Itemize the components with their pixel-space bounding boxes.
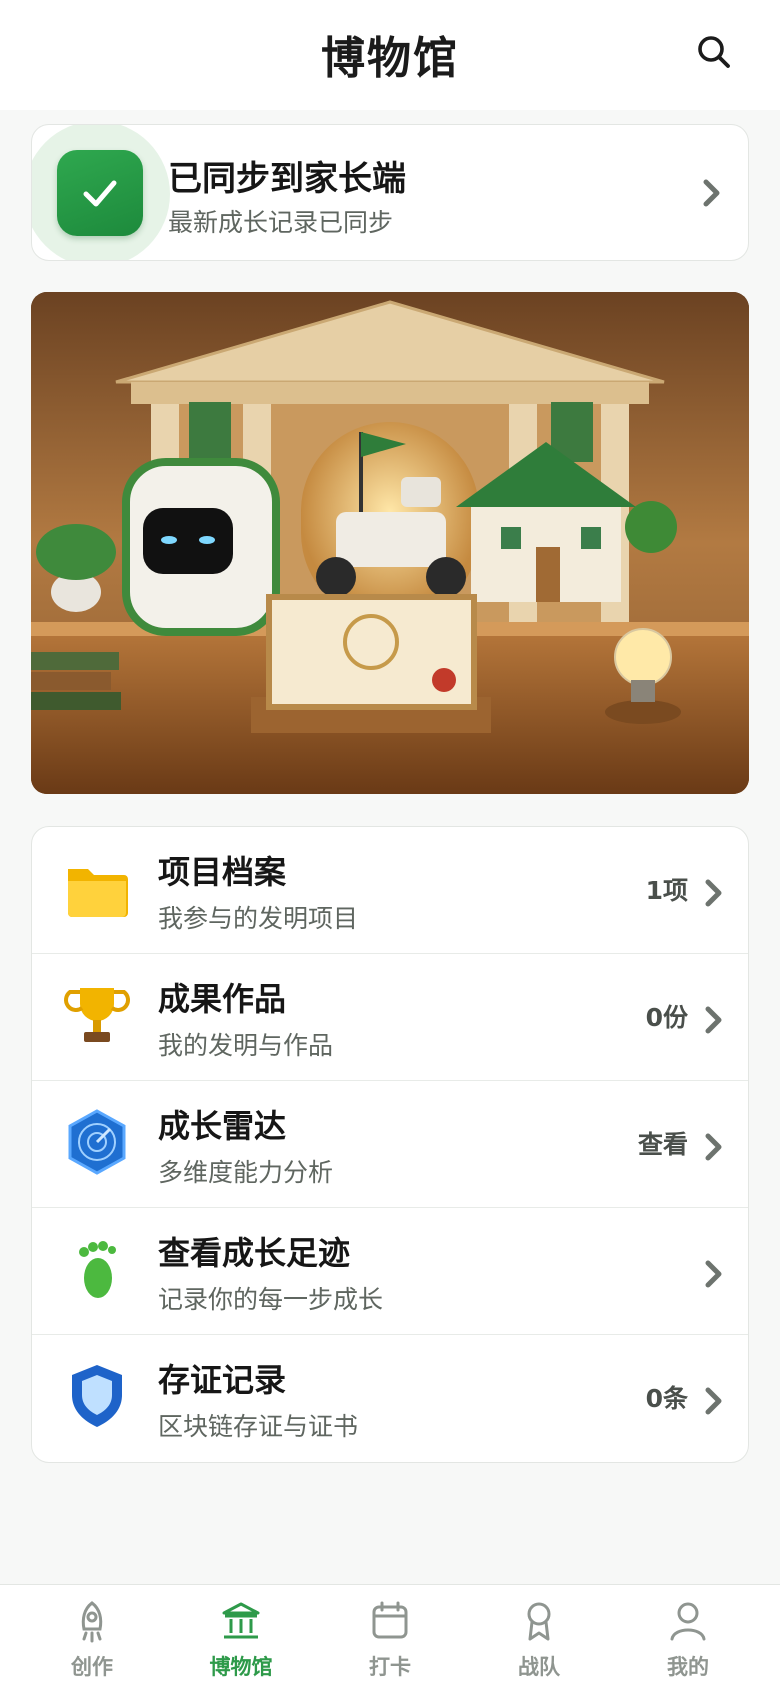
folder-icon <box>68 869 128 917</box>
list-item-project-archive[interactable]: 项目档案 我参与的发明项目 1项 <box>32 827 748 954</box>
row-title: 成果作品 <box>158 980 287 1018</box>
radar-icon <box>68 1109 126 1175</box>
museum-hero-image[interactable] <box>31 292 749 794</box>
search-button[interactable] <box>692 30 736 74</box>
row-subtitle: 区块链存证与证书 <box>158 1412 359 1441</box>
row-subtitle: 多维度能力分析 <box>158 1158 334 1187</box>
row-title: 存证记录 <box>158 1361 287 1399</box>
sync-title: 已同步到家长端 <box>168 159 406 199</box>
row-title: 项目档案 <box>158 853 287 891</box>
top-header: 博物馆 <box>0 0 780 110</box>
tab-profile[interactable]: 我的 <box>610 1585 766 1688</box>
row-subtitle: 记录你的每一步成长 <box>158 1285 384 1314</box>
chevron-right-icon <box>703 179 720 207</box>
tab-label: 打卡 <box>369 1655 411 1679</box>
tab-label: 我的 <box>667 1655 709 1679</box>
list-item-growth-footprints[interactable]: 查看成长足迹 记录你的每一步成长 <box>32 1208 748 1335</box>
row-count: 0份 <box>645 1003 688 1032</box>
badge-icon <box>527 1602 551 1641</box>
list-item-works[interactable]: 成果作品 我的发明与作品 0份 <box>32 954 748 1081</box>
chevron-right-icon <box>705 879 722 907</box>
bottom-tab-bar: 创作 博物馆 打卡 战队 我的 <box>0 1584 780 1688</box>
chevron-right-icon <box>705 1260 722 1288</box>
shield-icon <box>72 1365 122 1427</box>
list-item-growth-radar[interactable]: 成长雷达 多维度能力分析 查看 <box>32 1081 748 1208</box>
sync-subtitle: 最新成长记录已同步 <box>168 208 394 237</box>
tab-team[interactable]: 战队 <box>461 1585 617 1688</box>
search-icon <box>698 36 730 68</box>
tab-label: 创作 <box>71 1655 113 1679</box>
check-icon <box>83 180 117 207</box>
list-item-certification-records[interactable]: 存证记录 区块链存证与证书 0条 <box>32 1335 748 1462</box>
row-action: 查看 <box>637 1130 688 1159</box>
chevron-right-icon <box>705 1133 722 1161</box>
museum-hero-illustration <box>31 292 749 794</box>
row-count: 0条 <box>645 1384 688 1413</box>
user-icon <box>670 1602 706 1641</box>
row-title: 查看成长足迹 <box>158 1234 351 1272</box>
sync-status-card[interactable]: 已同步到家长端 最新成长记录已同步 <box>31 124 749 261</box>
chevron-right-icon <box>705 1387 722 1415</box>
tab-create[interactable]: 创作 <box>14 1585 170 1688</box>
calendar-icon <box>372 1601 408 1639</box>
row-subtitle: 我参与的发明项目 <box>158 904 359 933</box>
page-title: 博物馆 <box>321 33 459 84</box>
tab-label: 博物馆 <box>209 1655 273 1679</box>
museum-menu-list: 项目档案 我参与的发明项目 1项 成果作品 我的发明与作品 0份 成长雷达 多维… <box>31 826 749 1463</box>
row-subtitle: 我的发明与作品 <box>158 1031 334 1060</box>
trophy-icon <box>64 988 130 1042</box>
tab-checkin[interactable]: 打卡 <box>312 1585 468 1688</box>
tab-label: 战队 <box>518 1655 560 1679</box>
museum-icon <box>222 1602 260 1639</box>
footprint-icon <box>79 1241 116 1298</box>
sync-badge <box>57 150 143 236</box>
row-title: 成长雷达 <box>158 1107 287 1145</box>
row-count: 1项 <box>645 876 688 905</box>
chevron-right-icon <box>705 1006 722 1034</box>
tab-museum[interactable]: 博物馆 <box>163 1585 319 1688</box>
rocket-icon <box>81 1601 103 1643</box>
